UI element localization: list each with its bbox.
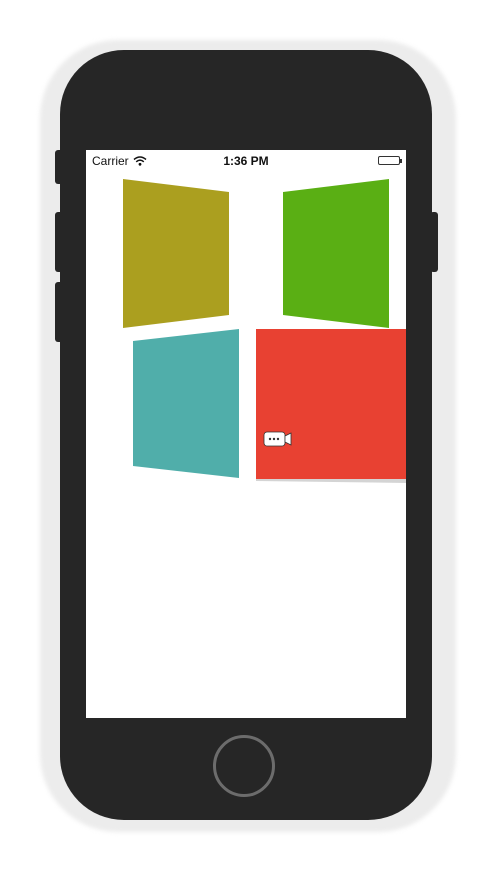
tile-green[interactable]	[283, 179, 389, 328]
tile-red-shadow	[256, 479, 406, 483]
tile-teal[interactable]	[133, 329, 239, 478]
tile-red[interactable]	[256, 329, 406, 479]
home-button[interactable]	[213, 735, 275, 797]
status-bar: Carrier 1:36 PM	[86, 150, 406, 170]
tiles-canvas	[123, 179, 406, 483]
screen: Carrier 1:36 PM	[86, 150, 406, 718]
battery-icon	[378, 156, 402, 165]
tile-olive[interactable]	[123, 179, 229, 328]
video-camera-icon[interactable]	[263, 431, 293, 447]
stage: Carrier 1:36 PM	[0, 0, 492, 870]
status-time: 1:36 PM	[223, 154, 269, 168]
